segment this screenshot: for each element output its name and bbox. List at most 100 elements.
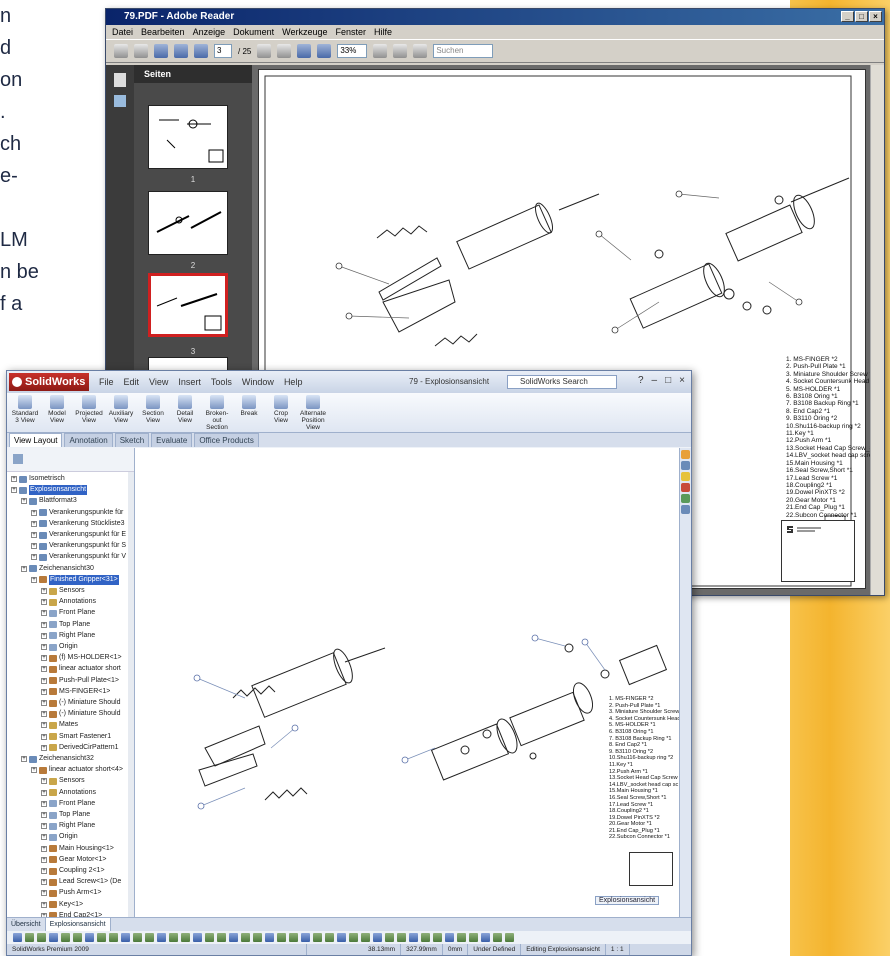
tree-expand-icon[interactable]: + [41,666,47,673]
tree-expand-icon[interactable]: + [41,868,47,874]
fit-page-icon[interactable] [373,44,388,58]
tree-expand-icon[interactable]: + [31,532,37,538]
file-explorer-icon[interactable] [681,472,690,481]
tree-expand-icon[interactable]: + [31,509,37,516]
solidworks-title-bar[interactable]: SolidWorks File Edit View Insert Tools Window… [7,371,691,393]
toolbar-icon[interactable] [409,933,418,942]
tree-item[interactable]: + Verankerungspunkt für V [31,552,126,562]
solidworks-search-input[interactable]: SolidWorks Search [507,375,617,389]
tree-expand-icon[interactable]: + [41,800,47,807]
tree-expand-icon[interactable]: + [41,733,47,740]
toolbar-icon[interactable] [121,933,130,942]
tree-expand-icon[interactable]: + [31,543,37,550]
tree-item[interactable]: + Key<1> [41,900,83,910]
tree-expand-icon[interactable]: + [11,476,17,482]
toolbar-icon[interactable] [133,933,142,942]
select-tool-icon[interactable] [257,44,272,58]
tree-expand-icon[interactable]: + [41,856,47,863]
toolbar-icon[interactable] [481,933,490,942]
tree-item[interactable]: + Zeichenansicht32 [21,754,94,764]
ribbon-button[interactable]: Auxiliary View [107,393,135,432]
tree-item[interactable]: + (f) MS-HOLDER<1> [41,653,122,663]
tree-expand-icon[interactable]: + [21,498,27,505]
tree-item[interactable]: + MS-FINGER<1> [41,687,110,697]
sw-menu-item[interactable]: Window [242,377,274,387]
toolbar-icon[interactable] [193,933,202,942]
tree-expand-icon[interactable]: + [31,520,37,527]
toolbar-icon[interactable] [25,933,34,942]
share-icon[interactable] [154,44,168,58]
tree-expand-icon[interactable]: + [41,879,47,886]
ribbon-button[interactable]: Section View [139,393,167,432]
tab[interactable]: Annotation [64,433,113,447]
page-thumbnail-2[interactable] [148,191,228,255]
tree-expand-icon[interactable]: + [41,744,47,751]
design-library-icon[interactable] [681,461,690,470]
page-thumbnail-1[interactable] [148,105,228,169]
toolbar-icon[interactable] [313,933,322,942]
toolbar-icon[interactable] [433,933,442,942]
tree-item[interactable]: + Origin [41,642,78,652]
tree-scrollbar[interactable] [128,472,134,917]
toolbar-icon[interactable] [289,933,298,942]
tree-item[interactable]: + (-) Miniature Should [41,698,120,708]
toolbar-icon[interactable] [265,933,274,942]
appearances-icon[interactable] [681,494,690,503]
tab[interactable]: View Layout [9,433,63,447]
tree-item[interactable]: + Push Arm<1> [41,888,101,898]
resources-icon[interactable] [681,450,690,459]
tree-expand-icon[interactable]: + [41,688,47,695]
tab[interactable]: Evaluate [151,433,193,447]
reader-menu-item[interactable]: Anzeige [193,25,226,39]
tree-item[interactable]: + Verankerungspunkte für [31,508,123,518]
search-input[interactable]: Suchen [433,44,494,58]
minimize-icon[interactable]: _ [841,11,854,22]
ribbon-button[interactable]: Broken-out Section [203,393,231,432]
prev-page-icon[interactable] [174,44,188,58]
tree-item[interactable]: + Main Housing<1> [41,844,114,854]
ribbon-button[interactable]: Alternate Position View [299,393,327,432]
tree-expand-icon[interactable]: + [41,655,47,662]
tree-item[interactable]: + Right Plane [41,631,95,641]
sw-menu-item[interactable]: Tools [211,377,232,387]
sheet-tab[interactable]: Übersicht [7,918,46,931]
toolbar-icon[interactable] [109,933,118,942]
toolbar-icon[interactable] [325,933,334,942]
page-thumbnail-3-selected[interactable] [148,273,228,337]
help-icon[interactable]: ? [638,375,644,386]
tree-item[interactable]: + Isometrisch [11,474,65,484]
tree-expand-icon[interactable]: + [11,487,17,494]
tree-item[interactable]: + Top Plane [41,620,90,630]
bookmarks-icon[interactable] [114,95,126,107]
toolbar-icon[interactable] [277,933,286,942]
tree-expand-icon[interactable]: + [41,789,47,796]
sw-menu-item[interactable]: View [149,377,168,387]
tree-expand-icon[interactable]: + [41,778,47,785]
toolbar-icon[interactable] [253,933,262,942]
toolbar-icon[interactable] [97,933,106,942]
tree-expand-icon[interactable]: + [41,812,47,818]
tree-expand-icon[interactable]: + [31,576,37,583]
toolbar-icon[interactable] [217,933,226,942]
reader-scrollbar[interactable] [870,65,884,595]
tree-item[interactable]: + Finished Gripper<31> [31,574,119,585]
tree-expand-icon[interactable]: + [31,554,37,561]
tree-expand-icon[interactable]: + [41,588,47,594]
toolbar-icon[interactable] [241,933,250,942]
toolbar-icon[interactable] [13,933,22,942]
tree-expand-icon[interactable]: + [21,565,27,572]
next-page-icon[interactable] [194,44,208,58]
reader-menu-item[interactable]: Fenster [335,25,366,39]
tab[interactable]: Office Products [194,433,259,447]
tree-item[interactable]: + Coupling 2<1> [41,866,105,876]
close-icon[interactable]: × [869,11,882,22]
tree-item[interactable]: + linear actuator short [41,664,121,674]
toolbar-icon[interactable] [49,933,58,942]
tree-item[interactable]: + Right Plane [41,821,95,831]
toolbar-icon[interactable] [469,933,478,942]
tree-expand-icon[interactable]: + [41,834,47,841]
zoom-in-icon[interactable] [317,44,332,58]
toolbar-icon[interactable] [349,933,358,942]
save-icon[interactable] [134,44,148,58]
toolbar-icon[interactable] [421,933,430,942]
